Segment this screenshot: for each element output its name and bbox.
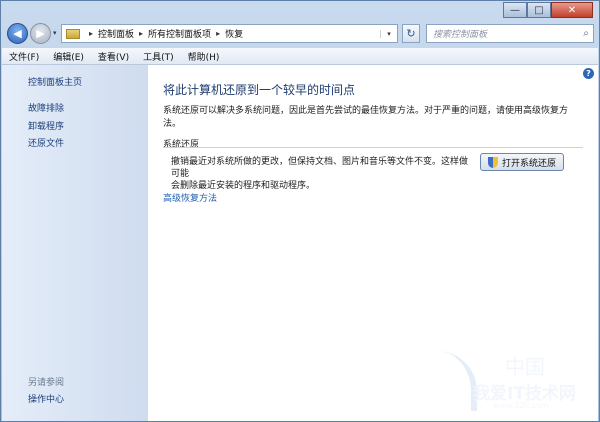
- recent-pages-dropdown[interactable]: ▾: [53, 29, 57, 37]
- address-dropdown-icon[interactable]: ▾: [380, 29, 397, 38]
- minimize-button[interactable]: —: [503, 2, 527, 18]
- breadcrumb-recovery[interactable]: 恢复: [225, 27, 243, 40]
- sidebar-troubleshooting[interactable]: 故障排除: [28, 101, 64, 114]
- sidebar-restore-files[interactable]: 还原文件: [28, 136, 64, 149]
- breadcrumb-separator[interactable]: ▸: [216, 29, 220, 38]
- section-divider: [163, 147, 583, 148]
- back-button[interactable]: ◀: [7, 23, 28, 44]
- restore-desc-line-1: 撤销最近对系统所做的更改，但保持文档、图片和音乐等文件不变。这样做可能: [171, 157, 469, 179]
- search-box[interactable]: 搜索控制面板 ⌕: [426, 24, 594, 43]
- menu-tools[interactable]: 工具(T): [136, 50, 181, 63]
- wing-logo-icon: [421, 351, 477, 411]
- uac-shield-icon: [487, 156, 498, 168]
- menu-file[interactable]: 文件(F): [2, 50, 46, 63]
- site-watermark: 中国 我爱IT技术网 www.52ij.com: [421, 351, 591, 416]
- open-system-restore-button[interactable]: 打开系统还原: [480, 153, 564, 171]
- advanced-recovery-link[interactable]: 高级恢复方法: [163, 191, 217, 204]
- control-panel-folder-icon: [66, 28, 80, 39]
- menu-bar: 文件(F) 编辑(E) 查看(V) 工具(T) 帮助(H): [2, 48, 598, 65]
- maximize-button[interactable]: □: [527, 2, 551, 18]
- search-icon[interactable]: ⌕: [579, 28, 593, 39]
- sidebar: 控制面板主页 故障排除 卸载程序 还原文件 另请参阅 操作中心: [2, 65, 148, 421]
- page-title: 将此计算机还原到一个较早的时间点: [163, 83, 356, 97]
- address-bar[interactable]: ▸ 控制面板 ▸ 所有控制面板项 ▸ 恢复 ▾: [61, 24, 398, 43]
- menu-view[interactable]: 查看(V): [91, 50, 136, 63]
- system-restore-section-header: 系统还原: [163, 140, 200, 150]
- refresh-icon[interactable]: ↻: [402, 24, 420, 43]
- sidebar-uninstall-program[interactable]: 卸载程序: [28, 119, 64, 132]
- breadcrumb: ▸ 控制面板 ▸ 所有控制面板项 ▸ 恢复: [84, 27, 243, 40]
- menu-edit[interactable]: 编辑(E): [46, 50, 91, 63]
- help-icon[interactable]: ?: [583, 68, 594, 79]
- sidebar-action-center[interactable]: 操作中心: [28, 392, 64, 405]
- forward-button[interactable]: ▶: [30, 23, 51, 44]
- breadcrumb-separator[interactable]: ▸: [139, 29, 143, 38]
- open-system-restore-label: 打开系统还原: [501, 158, 556, 169]
- breadcrumb-separator[interactable]: ▸: [89, 29, 93, 38]
- search-input[interactable]: 搜索控制面板: [427, 27, 579, 40]
- menu-help[interactable]: 帮助(H): [181, 50, 227, 63]
- close-button[interactable]: ✕: [551, 2, 593, 18]
- system-restore-description: 撤销最近对系统所做的更改，但保持文档、图片和音乐等文件不变。这样做可能 会删除最…: [171, 156, 471, 192]
- see-also-label: 另请参阅: [28, 378, 65, 388]
- breadcrumb-all-items[interactable]: 所有控制面板项: [148, 27, 211, 40]
- navigation-bar: ◀ ▶ ▾ ▸ 控制面板 ▸ 所有控制面板项 ▸ 恢复 ▾ ↻ 搜索控制面板 ⌕: [5, 21, 597, 47]
- page-description: 系统还原可以解决多系统问题，因此是首先尝试的最佳恢复方法。对于严重的问题，请使用…: [163, 106, 569, 129]
- watermark-url: www.52ij.com: [493, 401, 549, 410]
- caption-buttons: — □ ✕: [503, 2, 593, 19]
- sidebar-control-panel-home[interactable]: 控制面板主页: [28, 75, 82, 88]
- watermark-top-text: 中国: [505, 355, 545, 379]
- control-panel-window: — □ ✕ ◀ ▶ ▾ ▸ 控制面板 ▸ 所有控制面板项 ▸ 恢复 ▾ ↻ 搜索…: [0, 0, 600, 422]
- breadcrumb-control-panel[interactable]: 控制面板: [98, 27, 134, 40]
